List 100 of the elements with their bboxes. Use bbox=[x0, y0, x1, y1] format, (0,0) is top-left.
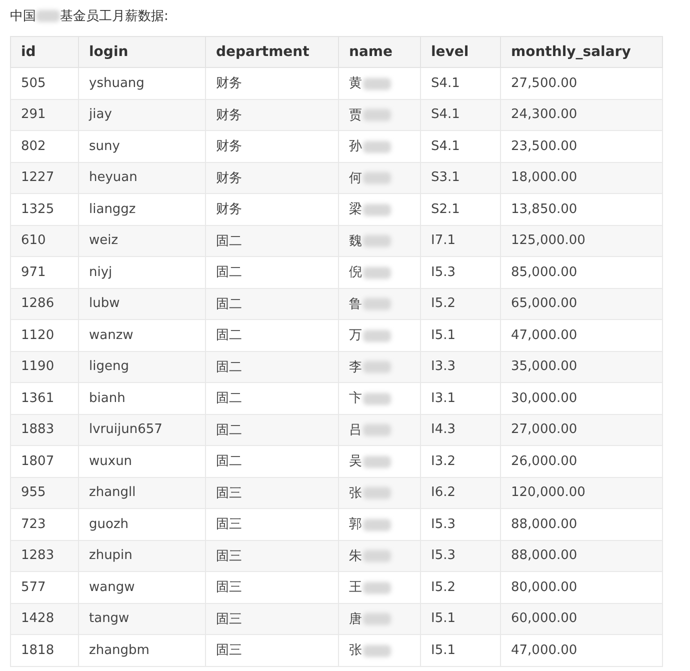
table-cell: S4.1 bbox=[420, 130, 500, 162]
table-cell: bianh bbox=[78, 382, 206, 414]
table-cell: 577 bbox=[10, 572, 78, 603]
table-cell: 120,000.00 bbox=[500, 477, 662, 508]
table-cell: 60,000.00 bbox=[500, 603, 662, 634]
redaction-blur bbox=[363, 235, 391, 248]
table-cell: 固三 bbox=[206, 540, 338, 572]
table-cell: 13,850.00 bbox=[500, 194, 662, 225]
table-cell: 郭 bbox=[349, 517, 362, 532]
table-cell: 固二 bbox=[206, 256, 338, 288]
table-cell: I7.1 bbox=[420, 225, 500, 256]
table-cell: 18,000.00 bbox=[500, 162, 662, 194]
table-cell: 1286 bbox=[10, 288, 78, 320]
table-cell: 财务 bbox=[206, 68, 338, 99]
table-cell: 固二 bbox=[206, 414, 338, 446]
table-cell: S4.1 bbox=[420, 99, 500, 130]
table-cell: 802 bbox=[10, 130, 78, 162]
table-cell: 王 bbox=[349, 580, 362, 596]
table-cell: lvruijun657 bbox=[78, 414, 206, 446]
table-cell: I3.2 bbox=[420, 446, 500, 477]
table-cell: 固三 bbox=[206, 603, 338, 634]
table-cell: I3.3 bbox=[420, 351, 500, 382]
table-cell: 27,500.00 bbox=[500, 68, 662, 99]
table-cell: I5.1 bbox=[420, 634, 500, 666]
column-header: id bbox=[10, 36, 78, 68]
redaction-blur bbox=[363, 613, 391, 626]
table-cell: yshuang bbox=[78, 68, 206, 99]
column-header: level bbox=[420, 36, 500, 68]
table-cell: 1818 bbox=[10, 634, 78, 666]
table-cell: 1283 bbox=[10, 540, 78, 572]
table-cell: 35,000.00 bbox=[500, 351, 662, 382]
redaction-blur bbox=[363, 644, 391, 657]
table-cell: 47,000.00 bbox=[500, 634, 662, 666]
redaction-blur bbox=[363, 330, 391, 342]
redaction-blur bbox=[363, 550, 391, 562]
table-cell: 固二 bbox=[206, 351, 338, 382]
table-cell: 梁 bbox=[349, 202, 362, 218]
table-cell: 723 bbox=[10, 508, 78, 540]
table-cell: 88,000.00 bbox=[500, 540, 662, 572]
redaction-blur bbox=[363, 392, 391, 405]
table-cell: 财务 bbox=[206, 99, 338, 130]
table-cell: zhangbm bbox=[78, 634, 206, 666]
table-cell: 固二 bbox=[206, 446, 338, 477]
redaction-blur bbox=[363, 78, 391, 90]
table-cell: 李 bbox=[349, 360, 362, 375]
redaction-blur bbox=[36, 10, 60, 22]
table-cell: 倪 bbox=[349, 265, 362, 280]
table-cell: 朱 bbox=[349, 548, 362, 564]
table-cell: I3.1 bbox=[420, 382, 500, 414]
table-cell: 固二 bbox=[206, 225, 338, 256]
table-cell: 1325 bbox=[10, 194, 78, 225]
table-cell: suny bbox=[78, 130, 206, 162]
table-cell: 财务 bbox=[206, 130, 338, 162]
caption-text: 中国 bbox=[10, 8, 36, 25]
table-cell: 贾 bbox=[349, 108, 362, 123]
table-cell: 955 bbox=[10, 477, 78, 508]
table-cell: guozh bbox=[78, 508, 206, 540]
redaction-blur bbox=[363, 109, 391, 122]
table-cell: niyj bbox=[78, 256, 206, 288]
redaction-blur bbox=[363, 172, 391, 184]
table-cell: 24,300.00 bbox=[500, 99, 662, 130]
table-cell: I5.3 bbox=[420, 508, 500, 540]
table-cell: S4.1 bbox=[420, 68, 500, 99]
table-cell: 吴 bbox=[349, 454, 362, 470]
table-cell: 吕 bbox=[349, 422, 362, 438]
table-cell: weiz bbox=[78, 225, 206, 256]
table-cell: I5.1 bbox=[420, 320, 500, 351]
table-cell: tangw bbox=[78, 603, 206, 634]
table-cell: 26,000.00 bbox=[500, 446, 662, 477]
table-cell: 孙 bbox=[349, 139, 362, 154]
table-cell: 固二 bbox=[206, 382, 338, 414]
table-cell: 固三 bbox=[206, 508, 338, 540]
redaction-blur bbox=[363, 582, 391, 594]
table-cell: I5.1 bbox=[420, 603, 500, 634]
table-cell: 张 bbox=[349, 486, 362, 501]
column-header: department bbox=[206, 36, 338, 68]
table-cell: S3.1 bbox=[420, 162, 500, 194]
table-cell: 47,000.00 bbox=[500, 320, 662, 351]
table-cell: I5.2 bbox=[420, 288, 500, 320]
table-cell: wangw bbox=[78, 572, 206, 603]
table-cell: heyuan bbox=[78, 162, 206, 194]
table-cell: 291 bbox=[10, 99, 78, 130]
column-header: monthly_salary bbox=[500, 36, 662, 68]
table-cell: 固三 bbox=[206, 572, 338, 603]
table-cell: 黄 bbox=[349, 76, 362, 92]
column-header: login bbox=[78, 36, 206, 68]
table-cell: 万 bbox=[349, 328, 362, 344]
table-cell: I5.3 bbox=[420, 540, 500, 572]
table-cell: 65,000.00 bbox=[500, 288, 662, 320]
table-cell: 505 bbox=[10, 68, 78, 99]
table-cell: 何 bbox=[349, 170, 362, 186]
table-cell: 85,000.00 bbox=[500, 256, 662, 288]
table-cell: 80,000.00 bbox=[500, 572, 662, 603]
table-cell: 27,000.00 bbox=[500, 414, 662, 446]
redaction-blur bbox=[363, 140, 391, 153]
table-cell: 固二 bbox=[206, 320, 338, 351]
table-cell: I5.2 bbox=[420, 572, 500, 603]
table-cell: 1190 bbox=[10, 351, 78, 382]
redaction-blur bbox=[363, 456, 391, 468]
table-cell: lubw bbox=[78, 288, 206, 320]
